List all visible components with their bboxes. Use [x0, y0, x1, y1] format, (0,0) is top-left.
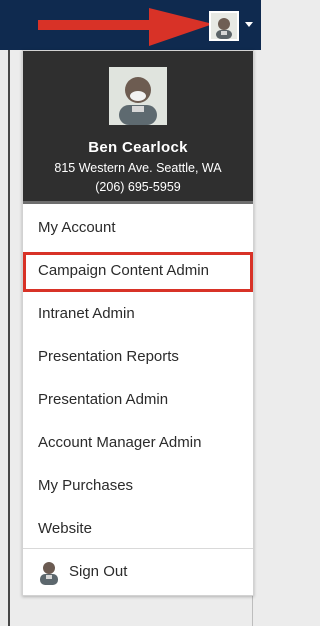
- profile-phone: (206) 695-5959: [95, 180, 181, 194]
- signout-button[interactable]: Sign Out: [69, 563, 127, 580]
- profile-card: Ben Cearlock 815 Western Ave. Seattle, W…: [23, 51, 253, 201]
- menu-divider: [23, 548, 253, 549]
- profile-photo: [109, 67, 167, 125]
- menu-item-label: Presentation Admin: [38, 391, 169, 408]
- avatar-icon: [211, 13, 237, 39]
- menu-item-label: Website: [38, 520, 92, 537]
- menu-item-label: Account Manager Admin: [38, 434, 202, 451]
- signout-avatar-icon[interactable]: [37, 559, 61, 585]
- highlight-box-annotation: [23, 252, 253, 292]
- menu-item-label: Intranet Admin: [38, 305, 135, 322]
- profile-address: 815 Western Ave. Seattle, WA: [54, 161, 222, 175]
- menu-item-my-purchases[interactable]: My Purchases: [23, 465, 253, 506]
- menu-item-presentation-admin[interactable]: Presentation Admin: [23, 379, 253, 420]
- profile-divider: [23, 201, 253, 204]
- menu-item-label: Presentation Reports: [38, 348, 179, 365]
- user-avatar-button[interactable]: [209, 11, 239, 41]
- menu-item-label: My Purchases: [38, 477, 134, 494]
- menu-item-website[interactable]: Website: [23, 508, 253, 549]
- menu-item-my-account[interactable]: My Account: [23, 207, 253, 248]
- menu-item-presentation-reports[interactable]: Presentation Reports: [23, 336, 253, 377]
- dropdown-caret-icon[interactable]: [245, 22, 253, 27]
- red-arrow-annotation: [38, 8, 213, 46]
- menu-item-account-manager-admin[interactable]: Account Manager Admin: [23, 422, 253, 463]
- page-left-rail: [8, 50, 10, 626]
- profile-photo-icon: [109, 67, 167, 125]
- menu-item-label: My Account: [38, 219, 116, 236]
- avatar-icon: [37, 559, 61, 585]
- user-dropdown-menu: Ben Cearlock 815 Western Ave. Seattle, W…: [22, 50, 254, 596]
- menu-item-intranet-admin[interactable]: Intranet Admin: [23, 293, 253, 334]
- top-navigation-bar: [0, 0, 261, 50]
- profile-name: Ben Cearlock: [88, 139, 188, 156]
